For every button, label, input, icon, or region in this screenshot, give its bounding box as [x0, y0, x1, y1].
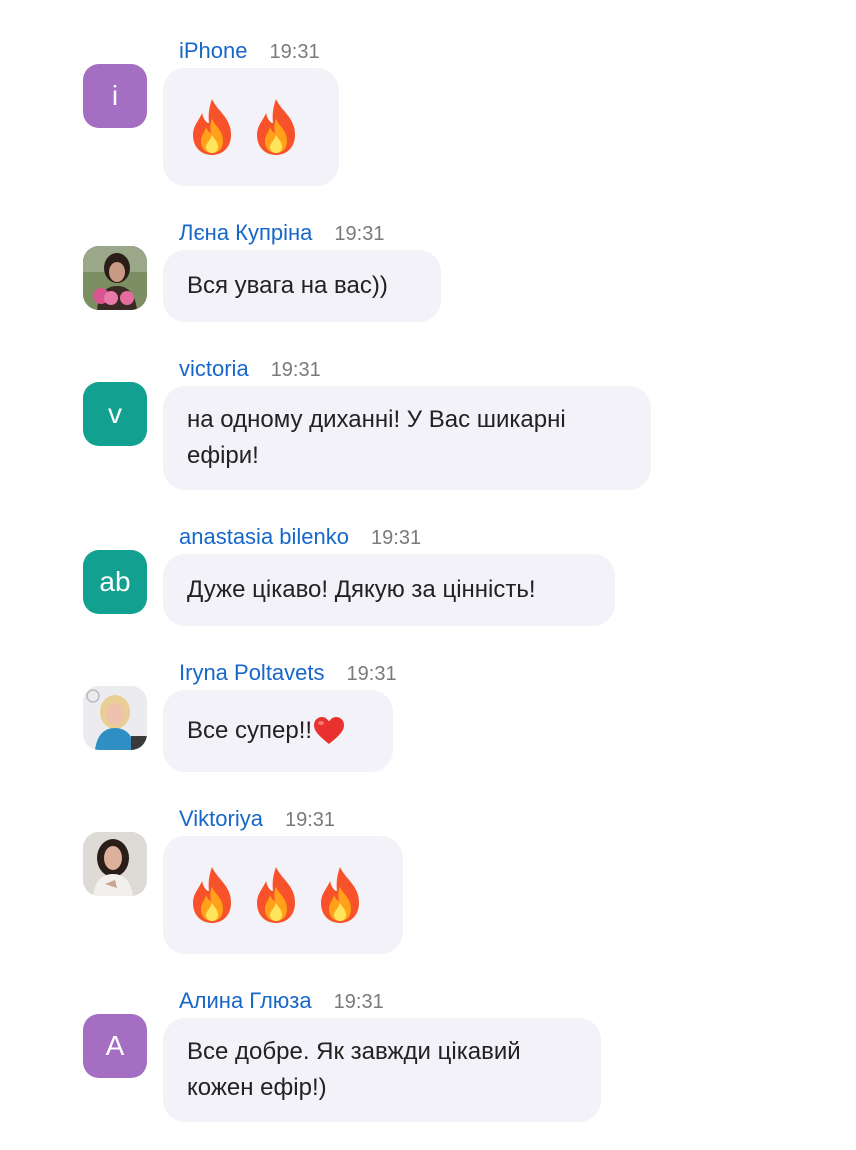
message-text-line: кожен ефір!)	[187, 1074, 327, 1101]
message-text: на одному диханні! У Вас шикарні ефіри!	[187, 402, 566, 474]
avatar-letter: v	[108, 398, 122, 429]
message-time: 19:31	[334, 223, 385, 245]
message-header: Iryna Poltavets 19:31	[179, 660, 397, 686]
message-header: Алина Глюза 19:31	[179, 988, 384, 1014]
avatar[interactable]: v	[83, 382, 147, 446]
heart-emoji-icon	[314, 717, 345, 744]
emoji-row	[187, 865, 365, 925]
user-photo-icon	[83, 246, 147, 310]
message-time: 19:31	[269, 41, 320, 63]
message-bubble[interactable]: Все супер!!	[163, 690, 393, 772]
fire-emoji-icon	[193, 99, 231, 155]
fire-emoji-icon	[257, 99, 295, 155]
sender-name[interactable]: anastasia bilenko	[179, 524, 349, 550]
message-time: 19:31	[371, 527, 422, 549]
emoji-row	[187, 97, 301, 157]
avatar-letter: A	[105, 1030, 125, 1061]
message-text: Дуже цікаво! Дякую за цінність!	[187, 576, 536, 603]
message-bubble[interactable]	[163, 68, 339, 186]
message-bubble[interactable]: Дуже цікаво! Дякую за цінність!	[163, 554, 615, 626]
message-text: Все супер!!	[187, 717, 313, 744]
fire-emoji-icon	[257, 867, 295, 923]
avatar-photo[interactable]	[83, 832, 147, 896]
sender-name[interactable]: iPhone	[179, 38, 248, 64]
user-photo-icon	[83, 832, 147, 896]
message-header: victoria 19:31	[179, 356, 321, 382]
sender-name[interactable]: Алина Глюза	[179, 988, 312, 1014]
message-bubble[interactable]: Все добре. Як завжди цікавий кожен ефір!…	[163, 1018, 601, 1122]
message-text: Вся увага на вас))	[187, 272, 388, 299]
message-header: iPhone 19:31	[179, 38, 320, 64]
sender-name[interactable]: Iryna Poltavets	[179, 660, 325, 686]
sender-name[interactable]: Viktoriya	[179, 806, 263, 832]
message-time: 19:31	[284, 809, 336, 831]
avatar-letter: ab	[99, 566, 131, 597]
avatar[interactable]: A	[83, 1014, 147, 1078]
message-bubble[interactable]	[163, 836, 403, 954]
avatar-photo[interactable]	[83, 246, 147, 310]
message-time: 19:31	[333, 991, 384, 1013]
avatar[interactable]: ab	[83, 550, 147, 614]
message-time: 19:31	[346, 663, 397, 685]
message-text-line: на одному диханні! У Вас шикарні	[187, 406, 566, 433]
message-header: Viktoriya 19:31	[179, 806, 335, 832]
sender-name[interactable]: victoria	[179, 356, 249, 382]
message-bubble[interactable]: на одному диханні! У Вас шикарні ефіри!	[163, 386, 651, 490]
message-bubble[interactable]: Вся увага на вас))	[163, 250, 441, 322]
message-text-line: ефіри!	[187, 442, 259, 469]
message-text-line: Все добре. Як завжди цікавий	[187, 1038, 521, 1065]
sender-name[interactable]: Лєна Купріна	[179, 220, 312, 246]
fire-emoji-icon	[193, 867, 231, 923]
message-header: Лєна Купріна 19:31	[179, 220, 384, 246]
message-header: anastasia bilenko 19:31	[179, 524, 421, 550]
avatar-photo[interactable]	[83, 686, 147, 750]
fire-emoji-icon	[321, 867, 359, 923]
avatar[interactable]: i	[83, 64, 147, 128]
message-text: Все добре. Як завжди цікавий кожен ефір!…	[187, 1034, 521, 1106]
user-photo-icon	[83, 686, 147, 750]
avatar-letter: i	[111, 80, 119, 111]
message-time: 19:31	[270, 359, 321, 381]
